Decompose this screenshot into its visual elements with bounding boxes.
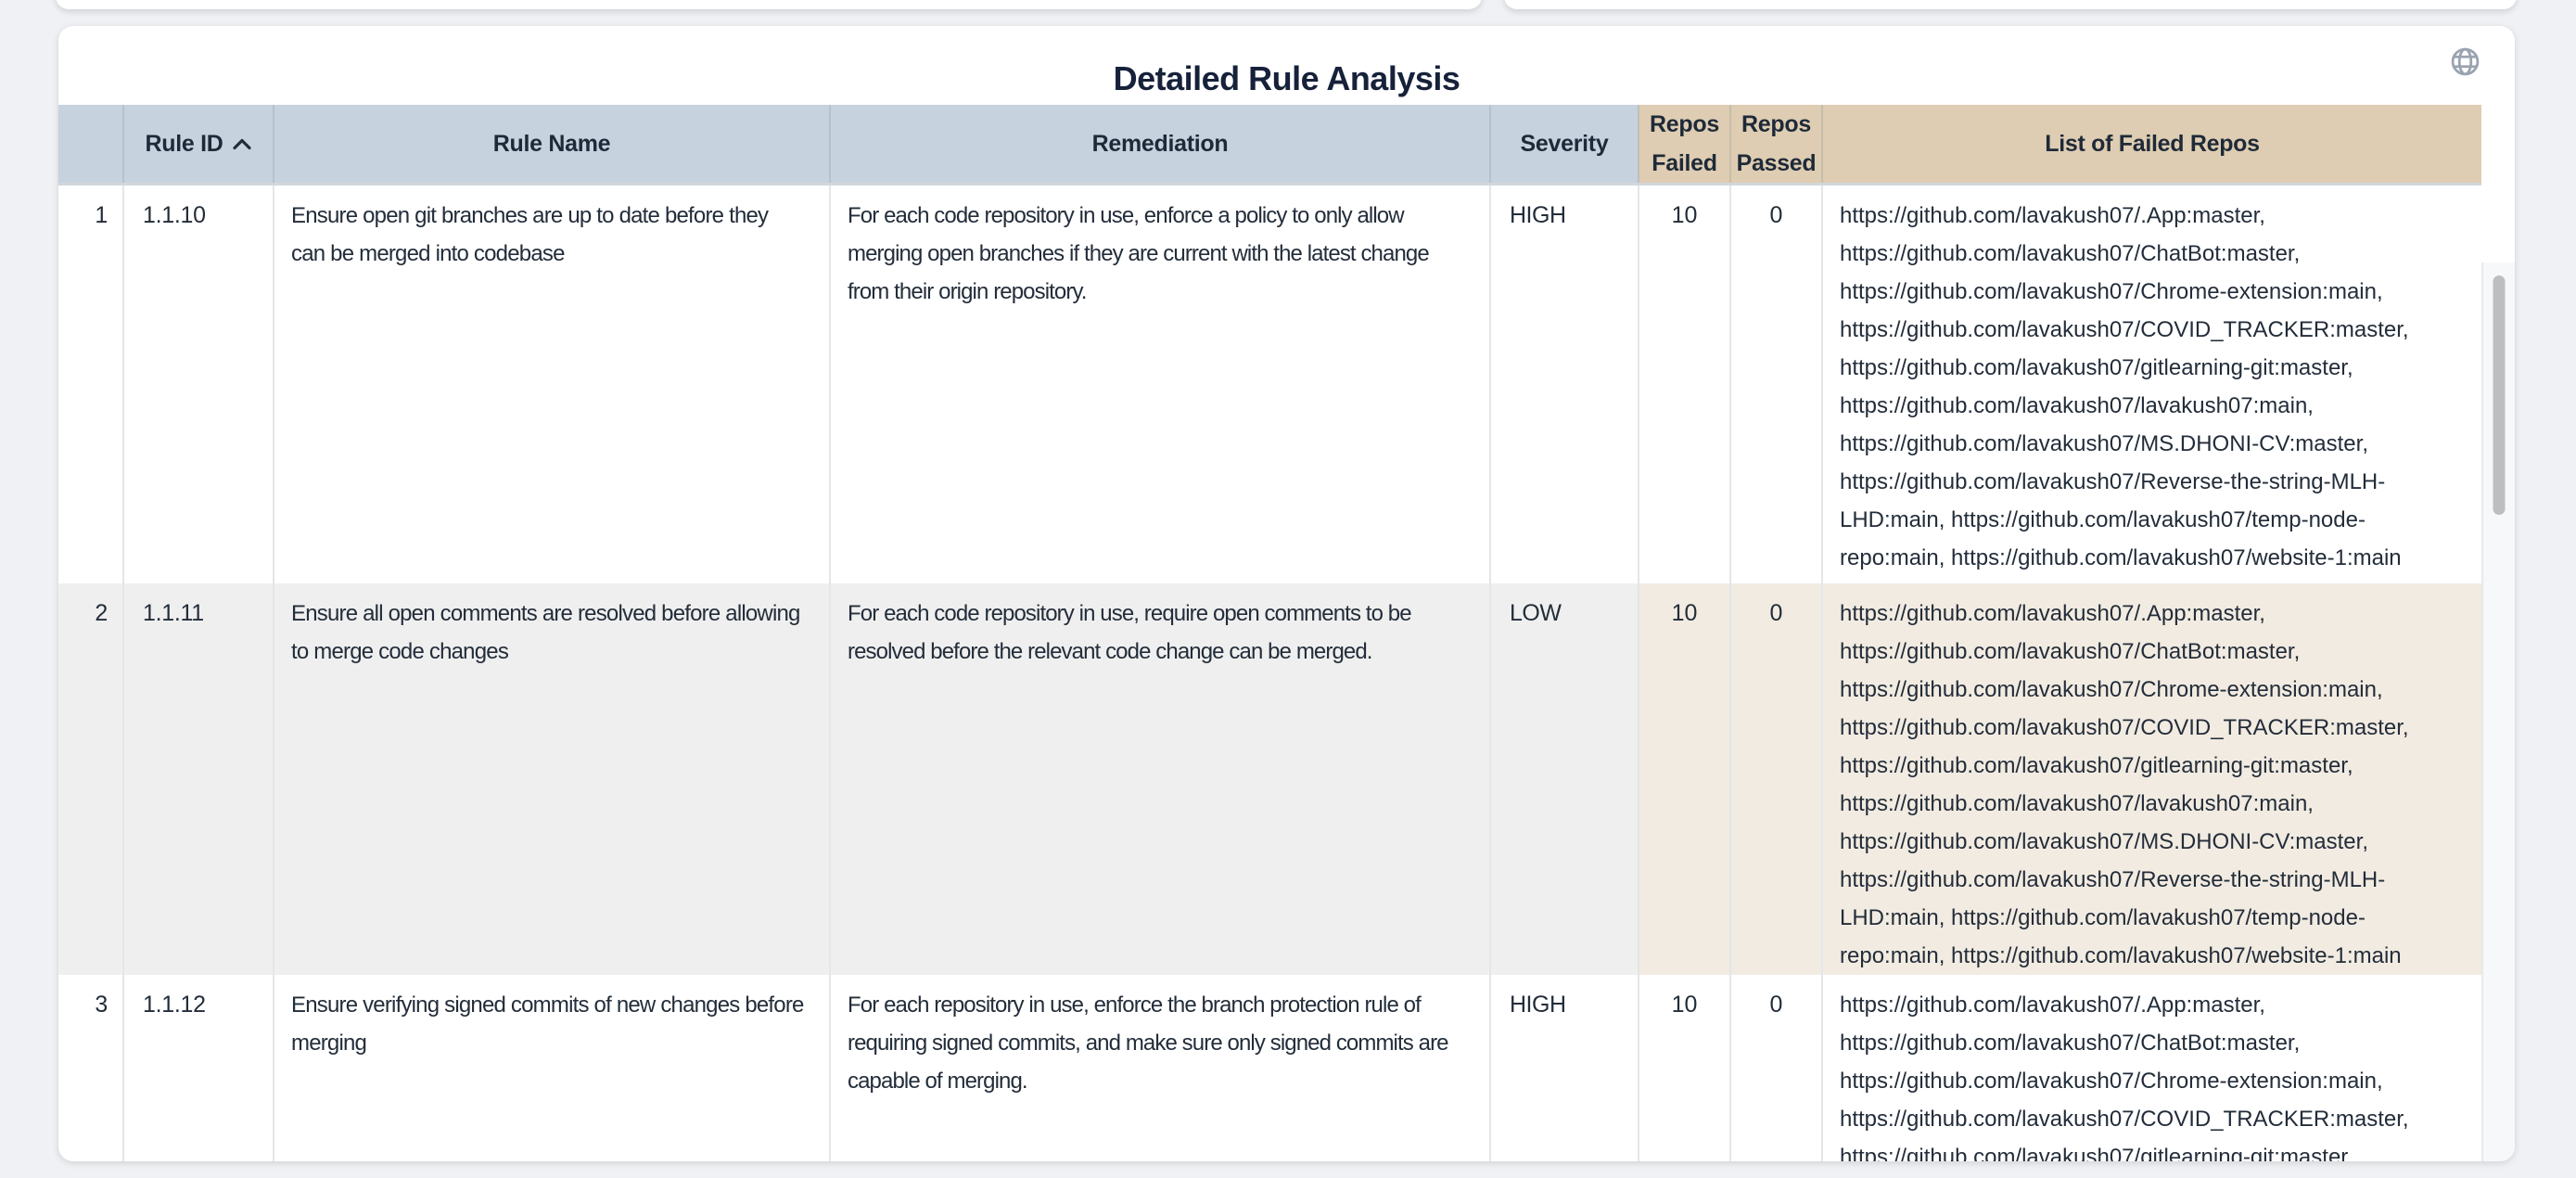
repos-failed-cell: 10	[1639, 975, 1730, 1162]
column-header-rule-id[interactable]: Rule ID	[123, 105, 274, 185]
rule-id-cell: 1.1.10	[123, 185, 274, 583]
severity-cell: LOW	[1490, 583, 1639, 975]
column-header-list-of-failed-repos[interactable]: List of Failed Repos	[1822, 105, 2481, 185]
previous-card-left-edge	[56, 0, 1482, 9]
globe-icon[interactable]	[2449, 45, 2481, 78]
remediation-cell: For each code repository in use, require…	[830, 583, 1490, 975]
repos-passed-cell: 0	[1730, 185, 1822, 583]
column-header-repos-failed[interactable]: Repos Failed	[1639, 105, 1730, 185]
repos-failed-cell: 10	[1639, 583, 1730, 975]
rule-name-cell: Ensure verifying signed commits of new c…	[274, 975, 830, 1162]
column-header-repos-passed[interactable]: Repos Passed	[1730, 105, 1822, 185]
column-header-index	[58, 105, 123, 185]
rule-name-cell: Ensure open git branches are up to date …	[274, 185, 830, 583]
repos-passed-cell: 0	[1730, 975, 1822, 1162]
sort-ascending-icon	[232, 137, 252, 150]
table-row: 3 1.1.12 Ensure verifying signed commits…	[58, 975, 2481, 1162]
repos-passed-cell: 0	[1730, 583, 1822, 975]
repos-failed-cell: 10	[1639, 185, 1730, 583]
row-index: 2	[58, 583, 123, 975]
header-row: Rule ID Rule Name Remediation Severity R…	[58, 105, 2481, 185]
previous-card-right-edge	[1504, 0, 2517, 9]
remediation-cell: For each code repository in use, enforce…	[830, 185, 1490, 583]
column-header-severity[interactable]: Severity	[1490, 105, 1639, 185]
rule-id-cell: 1.1.12	[123, 975, 274, 1162]
rule-analysis-table: Rule ID Rule Name Remediation Severity R…	[58, 105, 2515, 1161]
card-header: Detailed Rule Analysis	[58, 26, 2515, 105]
vertical-scrollbar[interactable]	[2481, 262, 2515, 1161]
failed-repos-cell: https://github.com/lavakush07/.App:maste…	[1822, 583, 2481, 975]
rule-name-cell: Ensure all open comments are resolved be…	[274, 583, 830, 975]
column-header-remediation[interactable]: Remediation	[830, 105, 1490, 185]
severity-cell: HIGH	[1490, 185, 1639, 583]
repos-failed-header-line2: Failed	[1639, 144, 1729, 183]
rule-id-cell: 1.1.11	[123, 583, 274, 975]
detailed-rule-analysis-card: Detailed Rule Analysis Rule ID Rule Name	[58, 26, 2515, 1161]
repos-failed-header-line1: Repos	[1639, 105, 1729, 144]
remediation-cell: For each repository in use, enforce the …	[830, 975, 1490, 1162]
column-header-rule-name[interactable]: Rule Name	[274, 105, 830, 185]
page-title: Detailed Rule Analysis	[58, 59, 2515, 98]
severity-cell: HIGH	[1490, 975, 1639, 1162]
vertical-scrollbar-thumb[interactable]	[2493, 275, 2506, 515]
table-row: 1 1.1.10 Ensure open git branches are up…	[58, 185, 2481, 583]
repos-passed-header-line1: Repos	[1731, 105, 1821, 144]
row-index: 1	[58, 185, 123, 583]
table-row: 2 1.1.11 Ensure all open comments are re…	[58, 583, 2481, 975]
failed-repos-cell: https://github.com/lavakush07/.App:maste…	[1822, 975, 2481, 1162]
repos-passed-header-line2: Passed	[1731, 144, 1821, 183]
row-index: 3	[58, 975, 123, 1162]
failed-repos-cell: https://github.com/lavakush07/.App:maste…	[1822, 185, 2481, 583]
rule-id-header-label: Rule ID	[145, 131, 223, 157]
